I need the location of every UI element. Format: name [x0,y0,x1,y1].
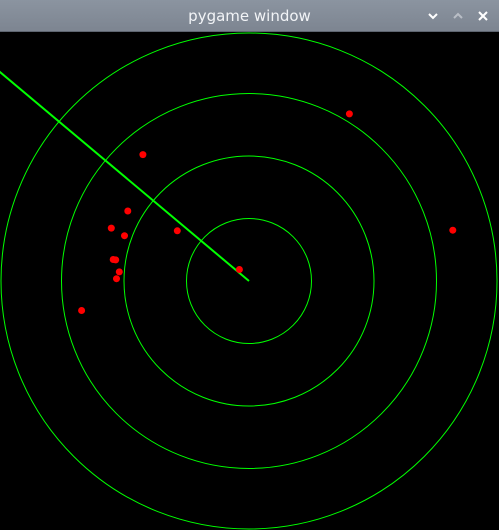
radar-target-dot [107,224,115,232]
radar-target-dot [121,232,128,240]
radar-target-dot [139,151,147,159]
radar-targets [78,110,457,314]
pygame-window: pygame window [0,0,499,530]
radar-target-dot [173,227,181,235]
radar-target-dot [449,226,457,234]
radar-target-dot [124,207,132,215]
radar-target-dot [115,268,123,276]
window-controls [420,0,495,32]
chevron-up-icon [452,12,463,19]
radar-target-dot [113,275,120,283]
close-button[interactable] [470,0,495,32]
maximize-button[interactable] [445,0,470,32]
minimize-button[interactable] [420,0,445,32]
title-bar[interactable]: pygame window [0,0,499,32]
close-icon [477,11,488,21]
pygame-canvas[interactable] [0,32,499,530]
radar-sweep-line [0,70,250,282]
radar-target-dot [78,307,86,314]
radar-target-dot [345,110,353,118]
chevron-down-icon [427,13,438,20]
radar-target-dot [235,266,243,273]
radar-display [0,32,498,530]
radar-target-dot [112,256,120,264]
